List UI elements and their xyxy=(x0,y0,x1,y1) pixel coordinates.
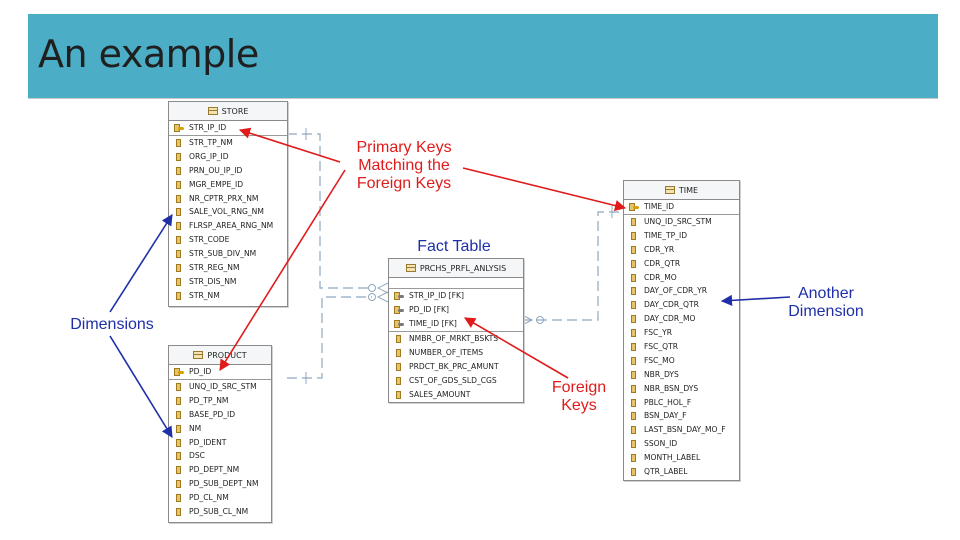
arrow-to-store-table xyxy=(109,214,173,313)
arrow-to-time-pk xyxy=(462,167,627,212)
annotation-arrows xyxy=(109,127,791,438)
arrow-to-store-pk xyxy=(238,127,341,163)
arrow-to-product-pk xyxy=(219,169,346,371)
arrow-to-product-table xyxy=(109,335,173,438)
arrow-to-time-table xyxy=(720,294,791,306)
arrow-to-fact-fks xyxy=(464,317,569,379)
